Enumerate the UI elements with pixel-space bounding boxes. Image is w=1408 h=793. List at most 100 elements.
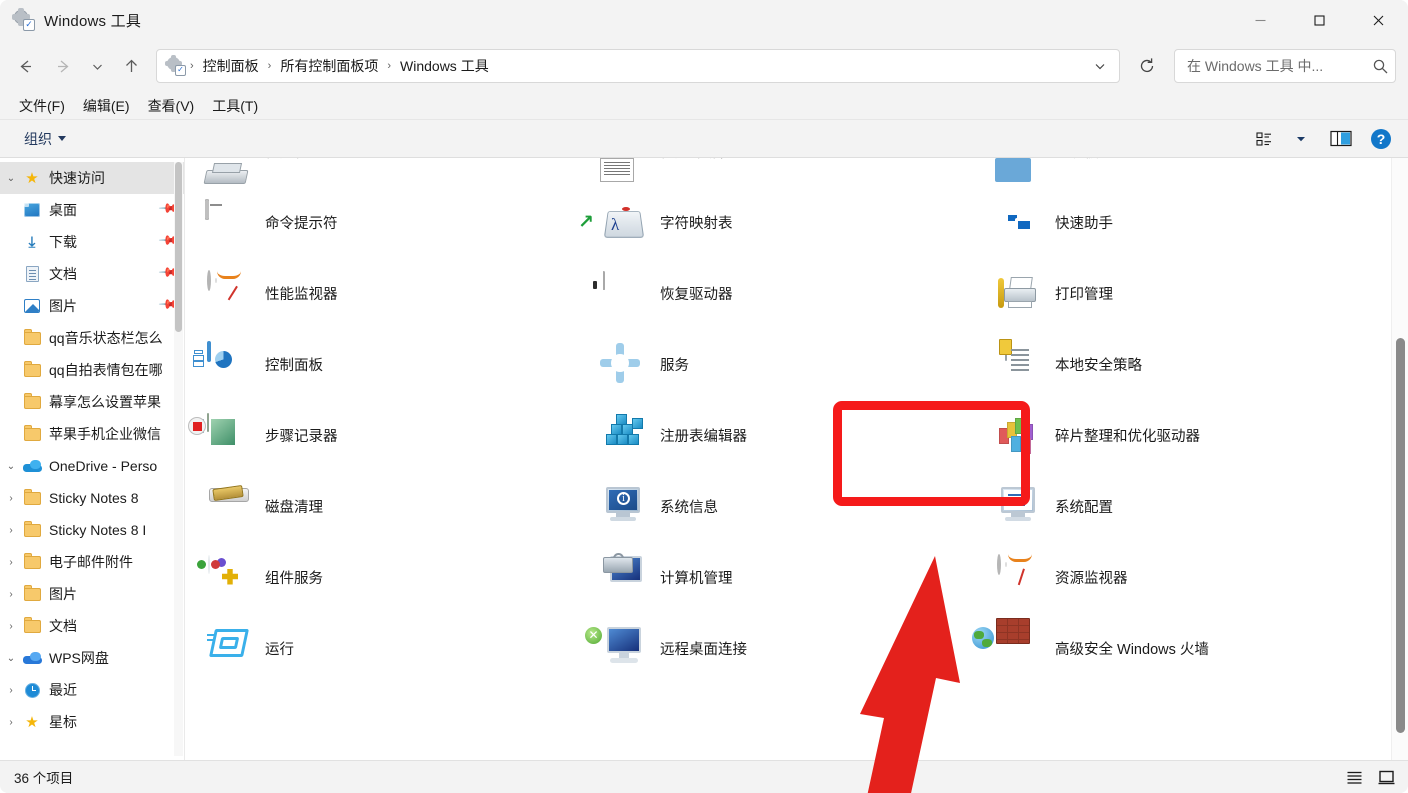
item-command-prompt[interactable]: 命令提示符 [195, 189, 590, 260]
item-services[interactable]: 服务 [590, 331, 985, 402]
minimize-button[interactable] [1231, 0, 1290, 40]
chevron-right-icon[interactable]: › [0, 525, 22, 536]
breadcrumb-separator[interactable]: › [188, 60, 196, 72]
sidebar-item-wps-cloud[interactable]: ⌄ WPS网盘 [0, 642, 184, 674]
menu-edit[interactable]: 编辑(E) [74, 93, 139, 119]
item-label: 恢复驱动器 [660, 286, 733, 306]
item-windows-firewall-advanced-security[interactable]: 高级安全 Windows 火墙 [985, 615, 1380, 686]
item-steps-recorder[interactable]: 步骤记录器 [195, 402, 590, 473]
menu-file[interactable]: 文件(F) [10, 93, 74, 119]
item-remote-desktop-connection[interactable]: ✕ 远程桌面连接 [590, 615, 985, 686]
chevron-down-icon[interactable]: ⌄ [0, 173, 22, 184]
sidebar-item-folder-1[interactable]: qq音乐状态栏怎么 [0, 322, 184, 354]
item-label: 写字板 [1055, 158, 1099, 163]
breadcrumb-item-windows-tools[interactable]: Windows 工具 [393, 53, 496, 79]
recent-locations-button[interactable] [82, 49, 112, 83]
item-label: 快速助手 [1055, 215, 1113, 235]
breadcrumb-separator[interactable]: › [266, 60, 274, 72]
sidebar-item-quick-access[interactable]: ⌄ ★ 快速访问 [0, 162, 184, 194]
navigation-tree: ⌄ ★ 快速访问 桌面 📌 ⤓ 下载 📌 [0, 158, 184, 738]
search-icon[interactable] [1368, 58, 1389, 75]
star-icon: ★ [22, 713, 42, 731]
breadcrumb-separator[interactable]: › [385, 60, 393, 72]
sidebar-scrollbar-thumb[interactable] [175, 162, 182, 332]
folder-icon [22, 489, 42, 507]
breadcrumb-item-control-panel[interactable]: 控制面板 [196, 53, 266, 79]
search-input[interactable] [1187, 58, 1368, 74]
sidebar-item-downloads[interactable]: ⤓ 下载 📌 [0, 226, 184, 258]
item-label: 磁盘清理 [265, 499, 323, 519]
forward-button[interactable] [44, 49, 82, 83]
item-task-manager[interactable]: 任务管理器 [195, 158, 590, 189]
item-system-configuration[interactable]: 系统配置 [985, 473, 1380, 544]
content-scrollbar[interactable] [1391, 158, 1408, 760]
item-component-services[interactable]: 组件服务 [195, 544, 590, 615]
back-button[interactable] [6, 49, 44, 83]
sidebar-item-onedrive-pictures[interactable]: › 图片 [0, 578, 184, 610]
sidebar-item-pictures[interactable]: 图片 📌 [0, 290, 184, 322]
item-label: 打印管理 [1055, 286, 1113, 306]
help-icon[interactable]: ? [1364, 124, 1398, 154]
item-computer-management[interactable]: 计算机管理 [590, 544, 985, 615]
chevron-right-icon[interactable]: › [0, 493, 22, 504]
chevron-right-icon[interactable]: › [0, 685, 22, 696]
chevron-down-icon[interactable]: ⌄ [0, 461, 22, 472]
item-task-scheduler[interactable]: 任务计划程序 [590, 158, 985, 189]
item-control-panel[interactable]: 控制面板 [195, 331, 590, 402]
item-performance-monitor[interactable]: 性能监视器 [195, 260, 590, 331]
item-defragment-and-optimize-drives[interactable]: 碎片整理和优化驱动器 [985, 402, 1380, 473]
item-wordpad[interactable]: 写字板 [985, 158, 1380, 189]
list-view-icon[interactable] [1248, 124, 1282, 154]
item-recovery-drive[interactable]: 恢复驱动器 [590, 260, 985, 331]
item-system-information[interactable]: i 系统信息 [590, 473, 985, 544]
sidebar-item-folder-2[interactable]: qq自拍表情包在哪 [0, 354, 184, 386]
component-services-icon [205, 556, 253, 604]
sidebar-item-label: 下载 [49, 232, 77, 252]
item-character-map[interactable]: λ↗ 字符映射表 [590, 189, 985, 260]
view-dropdown-button[interactable] [1284, 124, 1318, 154]
organize-button[interactable]: 组织 [16, 125, 74, 153]
character-map-icon: λ↗ [600, 201, 648, 249]
sidebar-item-folder-4[interactable]: 苹果手机企业微信 [0, 418, 184, 450]
refresh-button[interactable] [1128, 49, 1166, 83]
menu-view[interactable]: 查看(V) [139, 93, 204, 119]
sidebar-item-onedrive-documents[interactable]: › 文档 [0, 610, 184, 642]
chevron-right-icon[interactable]: › [0, 621, 22, 632]
sidebar-item-email-attachments[interactable]: › 电子邮件附件 [0, 546, 184, 578]
sidebar-scrollbar[interactable] [174, 162, 183, 756]
sidebar-item-folder-3[interactable]: 幕享怎么设置苹果 [0, 386, 184, 418]
large-icons-view-icon[interactable] [1372, 764, 1400, 790]
content-scrollbar-thumb[interactable] [1396, 338, 1405, 733]
sidebar-item-label: 图片 [49, 296, 77, 316]
chevron-down-icon[interactable]: ⌄ [0, 653, 22, 664]
item-disk-cleanup[interactable]: 磁盘清理 [195, 473, 590, 544]
item-registry-editor[interactable]: 注册表编辑器 [590, 402, 985, 473]
chevron-right-icon[interactable]: › [0, 717, 22, 728]
search-box[interactable] [1174, 49, 1396, 83]
sidebar-item-sticky-notes-8[interactable]: › Sticky Notes 8 [0, 482, 184, 514]
chevron-down-icon[interactable] [1085, 51, 1115, 81]
chevron-right-icon[interactable]: › [0, 557, 22, 568]
maximize-button[interactable] [1290, 0, 1349, 40]
sidebar-item-recent[interactable]: › 最近 [0, 674, 184, 706]
sidebar-item-onedrive[interactable]: ⌄ OneDrive - Perso [0, 450, 184, 482]
item-print-management[interactable]: 打印管理 [985, 260, 1380, 331]
item-local-security-policy[interactable]: 本地安全策略 [985, 331, 1380, 402]
up-button[interactable] [112, 49, 150, 83]
chevron-right-icon[interactable]: › [0, 589, 22, 600]
details-view-icon[interactable] [1340, 764, 1368, 790]
sidebar-item-desktop[interactable]: 桌面 📌 [0, 194, 184, 226]
sidebar-item-starred[interactable]: › ★ 星标 [0, 706, 184, 738]
close-button[interactable] [1349, 0, 1408, 40]
item-run[interactable]: 运行 [195, 615, 590, 686]
sidebar-item-sticky-notes-8-i[interactable]: › Sticky Notes 8 I [0, 514, 184, 546]
item-resource-monitor[interactable]: 资源监视器 [985, 544, 1380, 615]
breadcrumb-item-all-control-panel-items[interactable]: 所有控制面板项 [273, 53, 385, 79]
preview-pane-icon[interactable] [1324, 124, 1358, 154]
folder-icon [22, 329, 42, 347]
breadcrumb[interactable]: ✓ › 控制面板 › 所有控制面板项 › Windows 工具 [156, 49, 1120, 83]
item-quick-assist[interactable]: 快速助手 [985, 189, 1380, 260]
menu-tools[interactable]: 工具(T) [203, 93, 267, 119]
item-label: 计算机管理 [660, 570, 733, 590]
sidebar-item-documents[interactable]: 文档 📌 [0, 258, 184, 290]
